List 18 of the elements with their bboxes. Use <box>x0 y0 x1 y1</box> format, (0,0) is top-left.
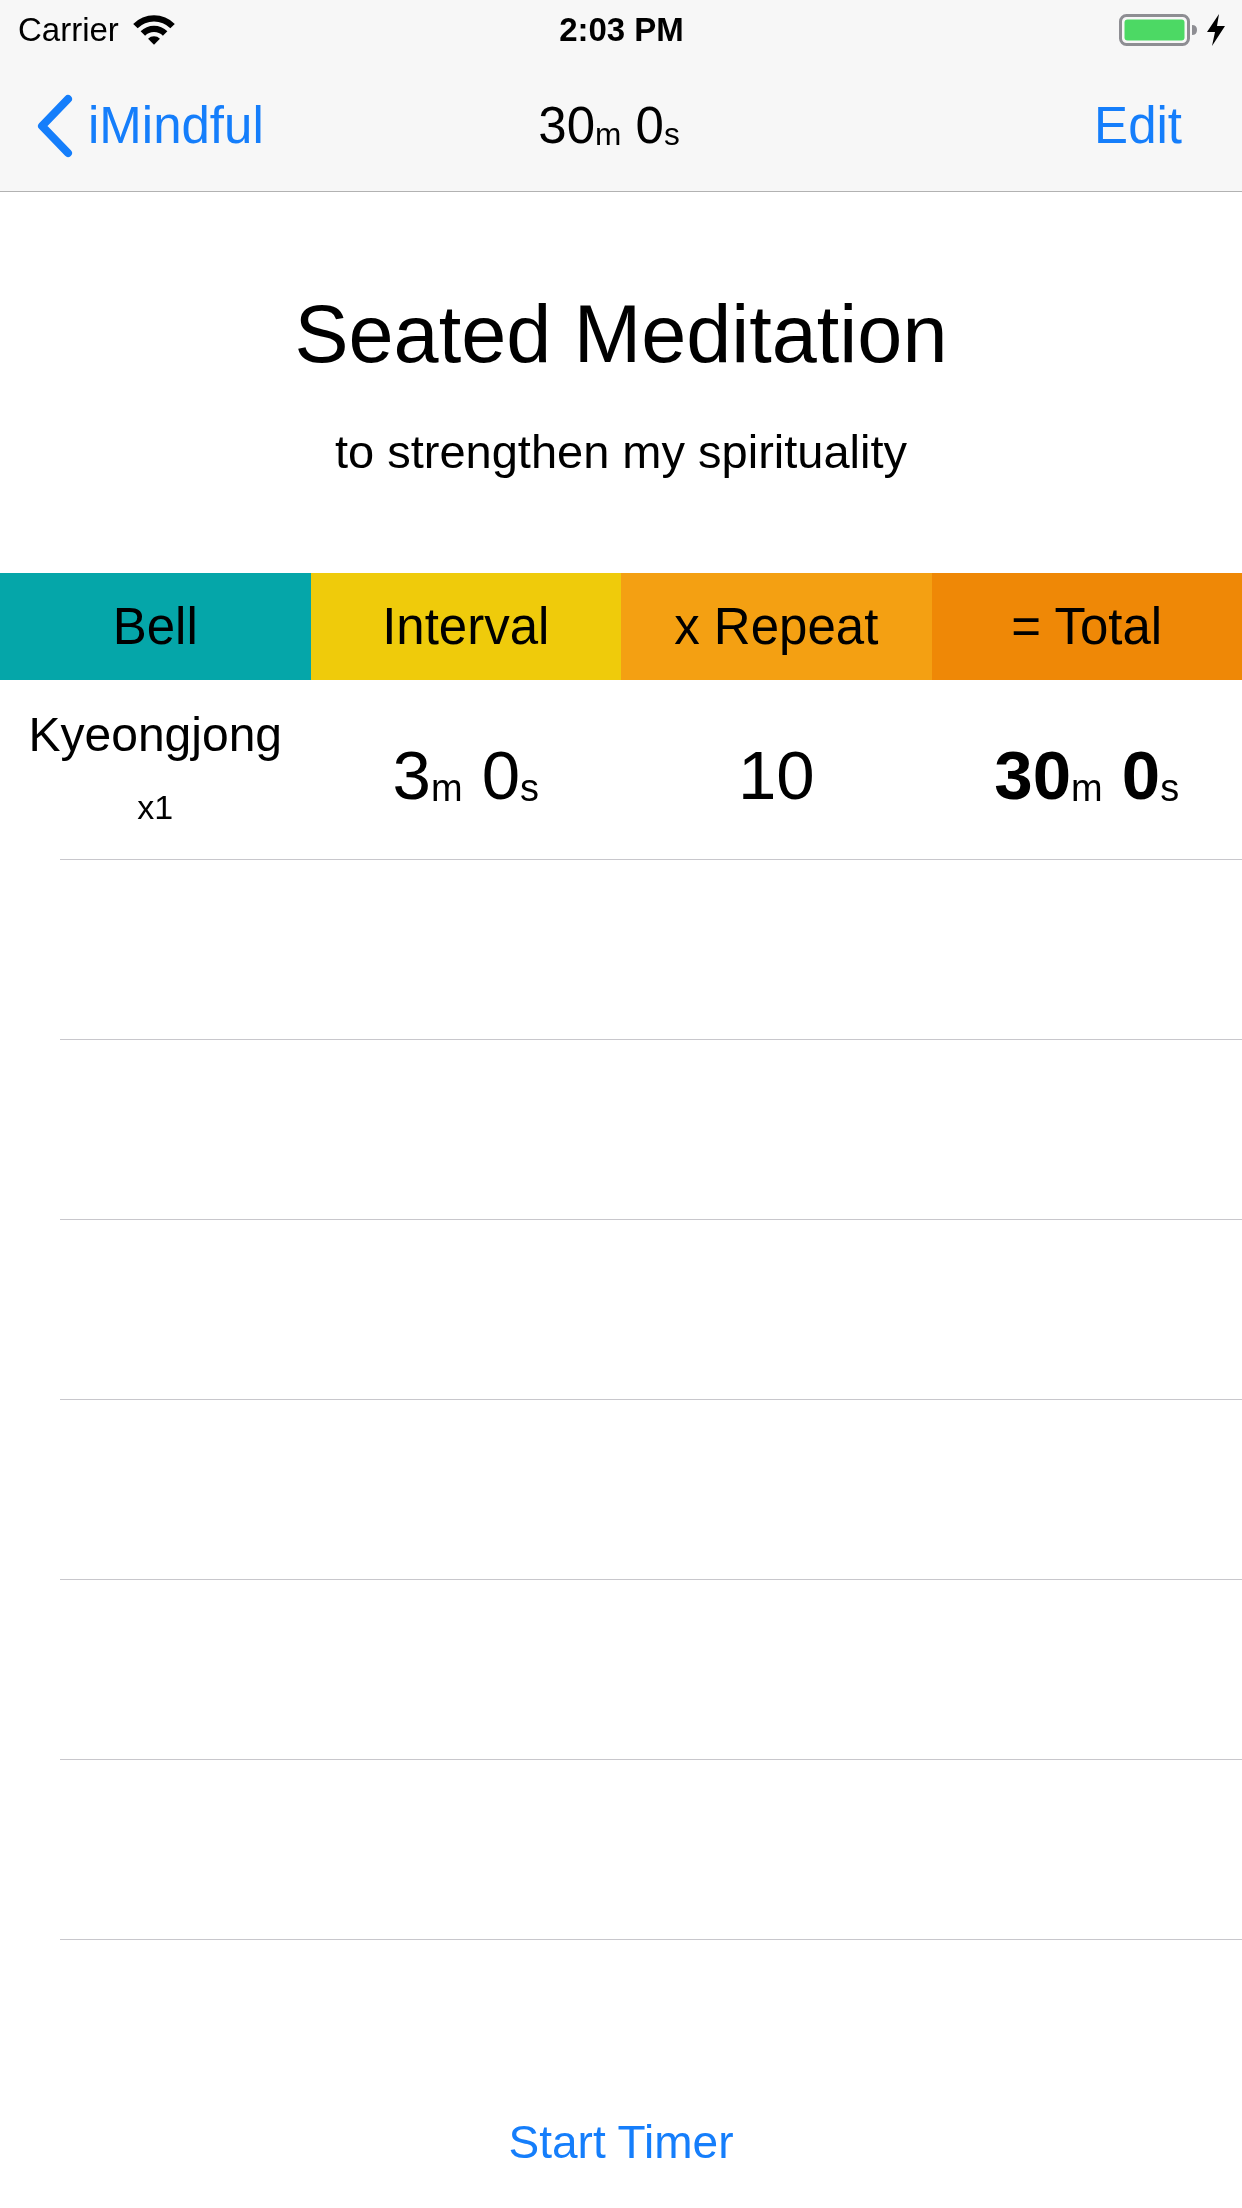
column-header: = Total <box>931 573 1242 680</box>
bell-count: x1 <box>137 787 174 827</box>
battery-icon <box>1119 14 1197 46</box>
column-header: x Repeat <box>621 573 932 680</box>
session-title: Seated Meditation <box>294 288 948 381</box>
chevron-left-icon <box>36 93 74 158</box>
repeat-count: 10 <box>737 735 815 816</box>
edit-button[interactable]: Edit <box>1094 93 1182 158</box>
bell-name: Kyeongjong <box>28 707 282 763</box>
wifi-icon <box>132 15 175 45</box>
status-time: 2:03 PM <box>559 10 684 50</box>
start-timer-button[interactable]: Start Timer <box>508 2112 734 2172</box>
session-subtitle: to strengthen my spirituality <box>334 424 908 480</box>
back-button[interactable]: iMindful <box>36 93 264 158</box>
charging-bolt-icon <box>1207 14 1225 46</box>
column-header: Bell <box>0 573 311 680</box>
carrier-name: Carrier <box>18 10 119 50</box>
column-header: Interval <box>310 573 621 680</box>
